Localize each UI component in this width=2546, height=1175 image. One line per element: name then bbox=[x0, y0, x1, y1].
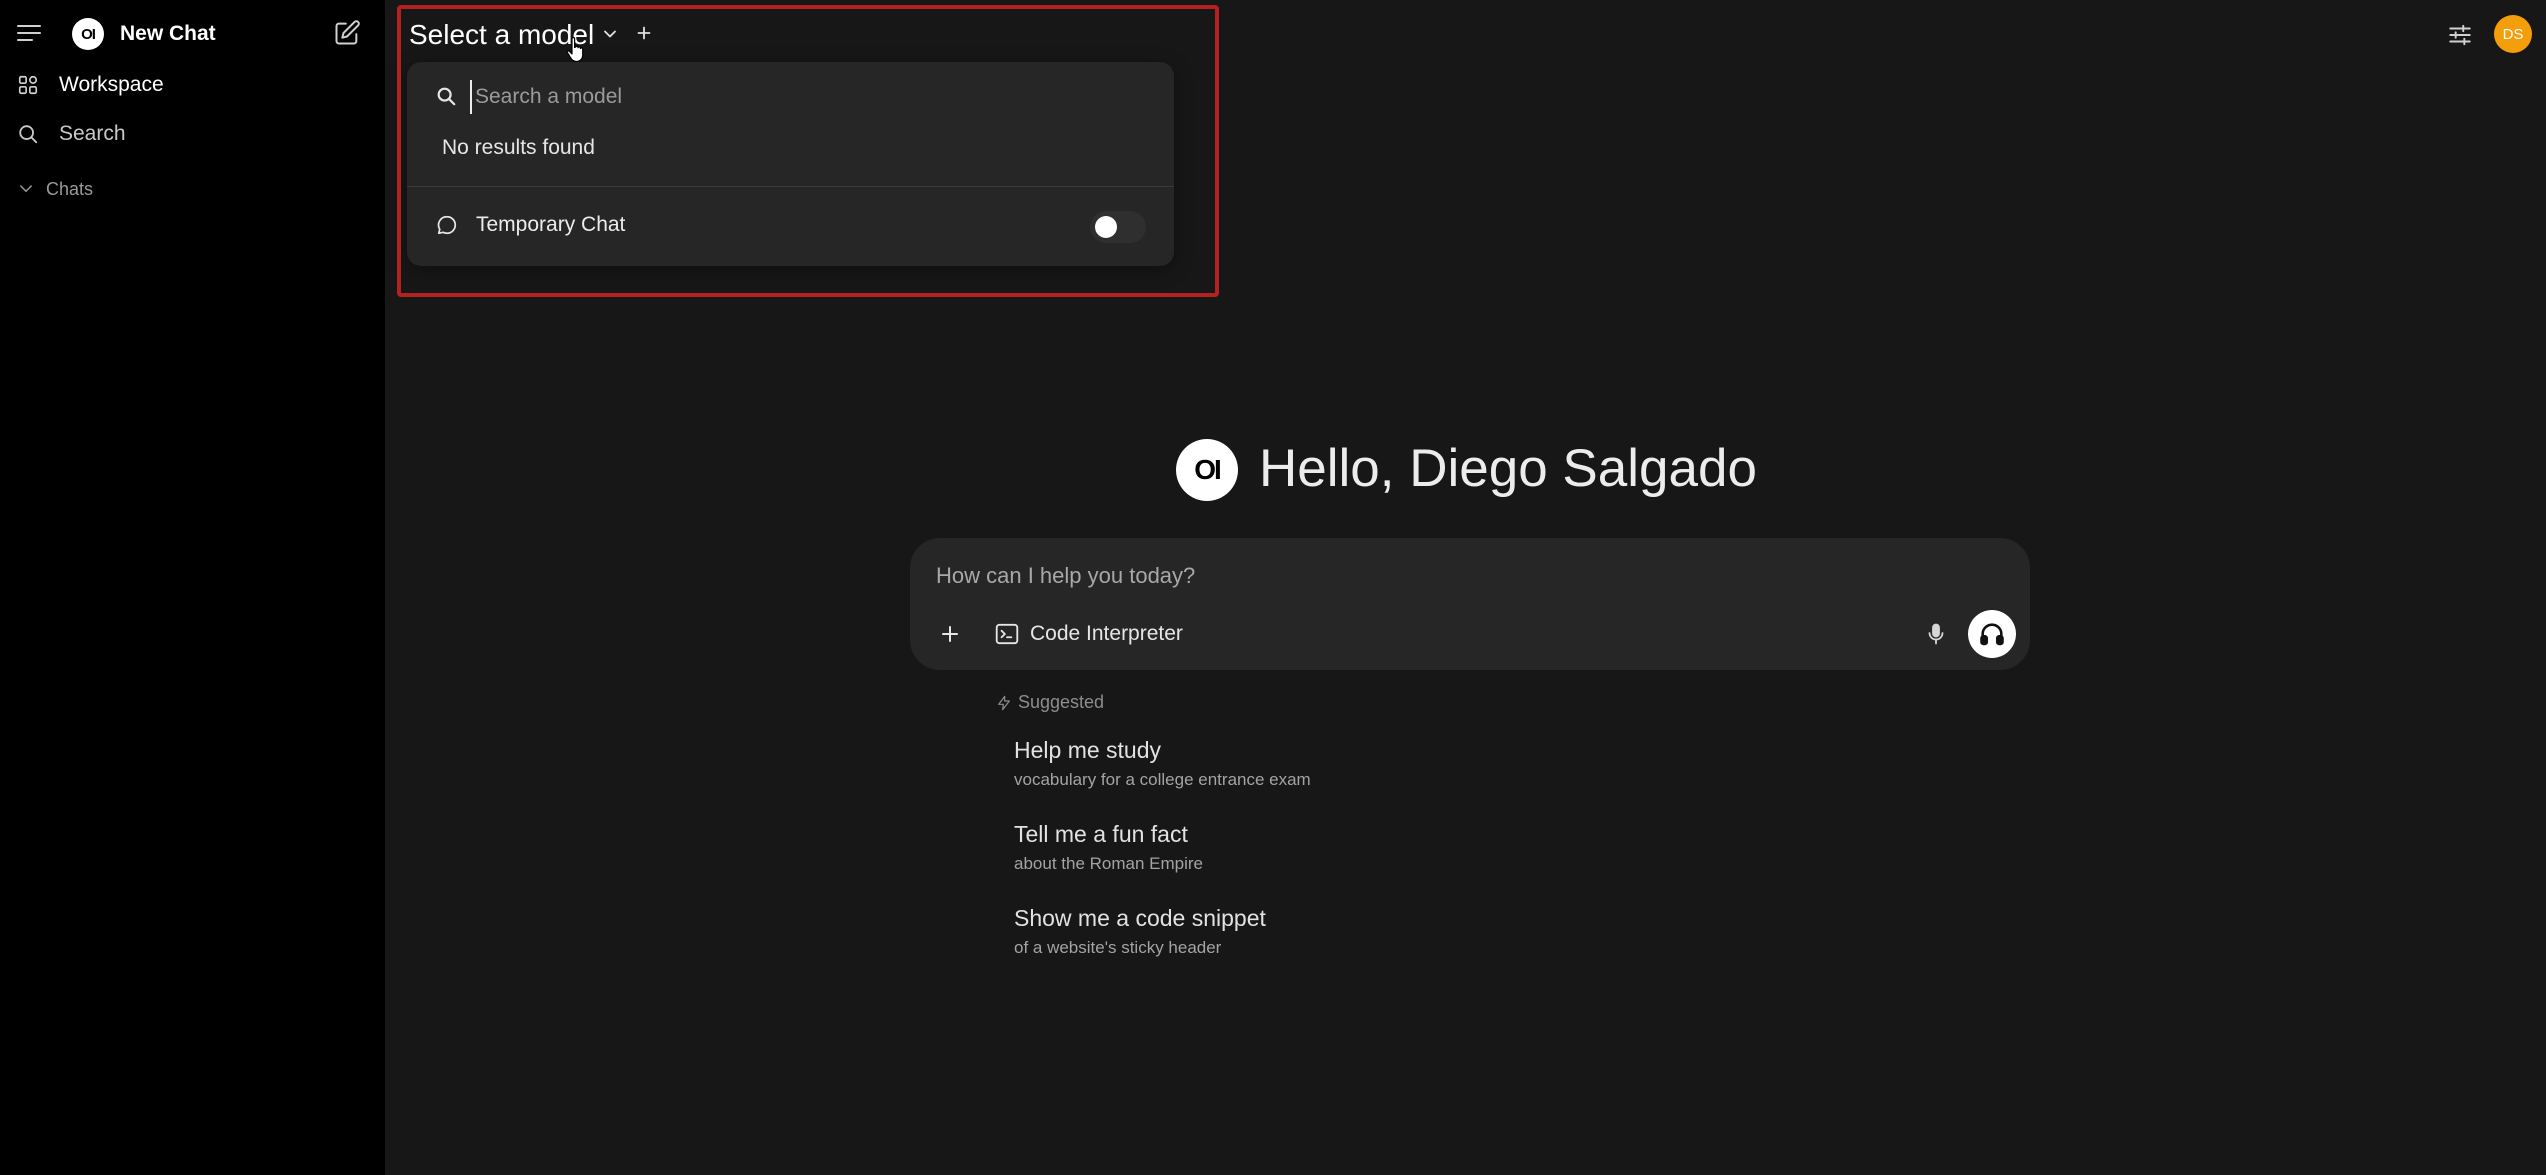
temporary-chat-label: Temporary Chat bbox=[476, 213, 626, 236]
sidebar-item-workspace[interactable]: Workspace bbox=[0, 65, 385, 105]
app-logo[interactable]: OI bbox=[72, 18, 104, 50]
menu-toggle-button[interactable] bbox=[14, 18, 44, 48]
sidebar: OI New Chat Workspace Search Chats bbox=[0, 0, 385, 1175]
suggestion-title: Show me a code snippet bbox=[1014, 905, 1266, 931]
model-selector-button[interactable]: Select a model bbox=[409, 17, 594, 53]
toggle-knob bbox=[1095, 216, 1117, 238]
sliders-icon bbox=[2449, 24, 2471, 46]
voice-dictation-button[interactable] bbox=[1919, 617, 1953, 651]
sidebar-item-label: Workspace bbox=[59, 73, 164, 96]
suggestion-subtitle: of a website's sticky header bbox=[1014, 938, 1222, 957]
greeting-title: Hello, Diego Salgado bbox=[1259, 439, 1757, 498]
sidebar-header: OI New Chat bbox=[0, 0, 385, 68]
headphones-icon bbox=[1980, 623, 2004, 646]
search-icon bbox=[437, 87, 456, 106]
suggestion-title: Tell me a fun fact bbox=[1014, 821, 1188, 847]
suggestion-item[interactable]: Tell me a fun fact about the Roman Empir… bbox=[1014, 821, 1714, 874]
user-avatar[interactable]: DS bbox=[2494, 15, 2532, 53]
search-icon bbox=[19, 125, 38, 144]
suggestion-title: Help me study bbox=[1014, 737, 1162, 763]
temporary-chat-toggle[interactable] bbox=[1090, 211, 1146, 243]
add-model-icon[interactable] bbox=[633, 22, 655, 44]
new-chat-button[interactable] bbox=[331, 17, 363, 49]
model-search-row bbox=[407, 62, 1174, 130]
greeting-logo: OI bbox=[1176, 439, 1238, 501]
terminal-icon bbox=[995, 623, 1019, 645]
pencil-square-icon bbox=[335, 20, 360, 45]
chats-section-label: Chats bbox=[46, 178, 94, 199]
code-interpreter-button[interactable]: Code Interpreter bbox=[994, 616, 1183, 652]
model-dropdown: No results found Temporary Chat bbox=[407, 62, 1174, 266]
new-chat-link[interactable]: New Chat bbox=[120, 22, 216, 46]
suggestion-subtitle: about the Roman Empire bbox=[1014, 854, 1203, 873]
message-composer: Code Interpreter bbox=[910, 538, 2030, 670]
suggested-header: Suggested bbox=[996, 692, 1104, 713]
suggested-label: Suggested bbox=[1018, 692, 1105, 712]
message-input[interactable] bbox=[936, 556, 1996, 596]
code-interpreter-label: Code Interpreter bbox=[1030, 622, 1183, 645]
attach-button[interactable] bbox=[934, 618, 966, 650]
hamburger-icon bbox=[17, 25, 41, 41]
suggestion-item[interactable]: Show me a code snippet of a website's st… bbox=[1014, 905, 1714, 958]
app-logo-text: OI bbox=[81, 25, 96, 43]
avatar-initials: DS bbox=[2502, 25, 2524, 43]
sidebar-item-search[interactable]: Search bbox=[0, 114, 385, 154]
suggestion-subtitle: vocabulary for a college entrance exam bbox=[1014, 770, 1311, 789]
voice-mode-button[interactable] bbox=[1968, 610, 2016, 658]
lightning-icon bbox=[998, 695, 1010, 710]
plus-icon bbox=[942, 626, 958, 642]
model-search-input[interactable] bbox=[470, 80, 1150, 114]
chat-controls-button[interactable] bbox=[2445, 20, 2475, 50]
sidebar-item-label: Search bbox=[59, 122, 126, 145]
no-results-message: No results found bbox=[442, 136, 595, 159]
chat-bubble-icon bbox=[437, 215, 457, 235]
microphone-icon bbox=[1928, 623, 1944, 645]
chats-section-toggle[interactable]: Chats bbox=[0, 173, 385, 205]
grid-icon bbox=[18, 75, 38, 95]
greeting-logo-text: OI bbox=[1194, 454, 1222, 485]
model-selector-label: Select a model bbox=[409, 19, 595, 50]
app-window: OI New Chat Workspace Search Chats Selec… bbox=[0, 0, 2546, 1175]
chevron-down-icon bbox=[20, 185, 32, 192]
suggestion-item[interactable]: Help me study vocabulary for a college e… bbox=[1014, 737, 1714, 790]
temporary-chat-row[interactable]: Temporary Chat bbox=[407, 187, 1174, 266]
chevron-down-icon[interactable] bbox=[600, 24, 620, 44]
